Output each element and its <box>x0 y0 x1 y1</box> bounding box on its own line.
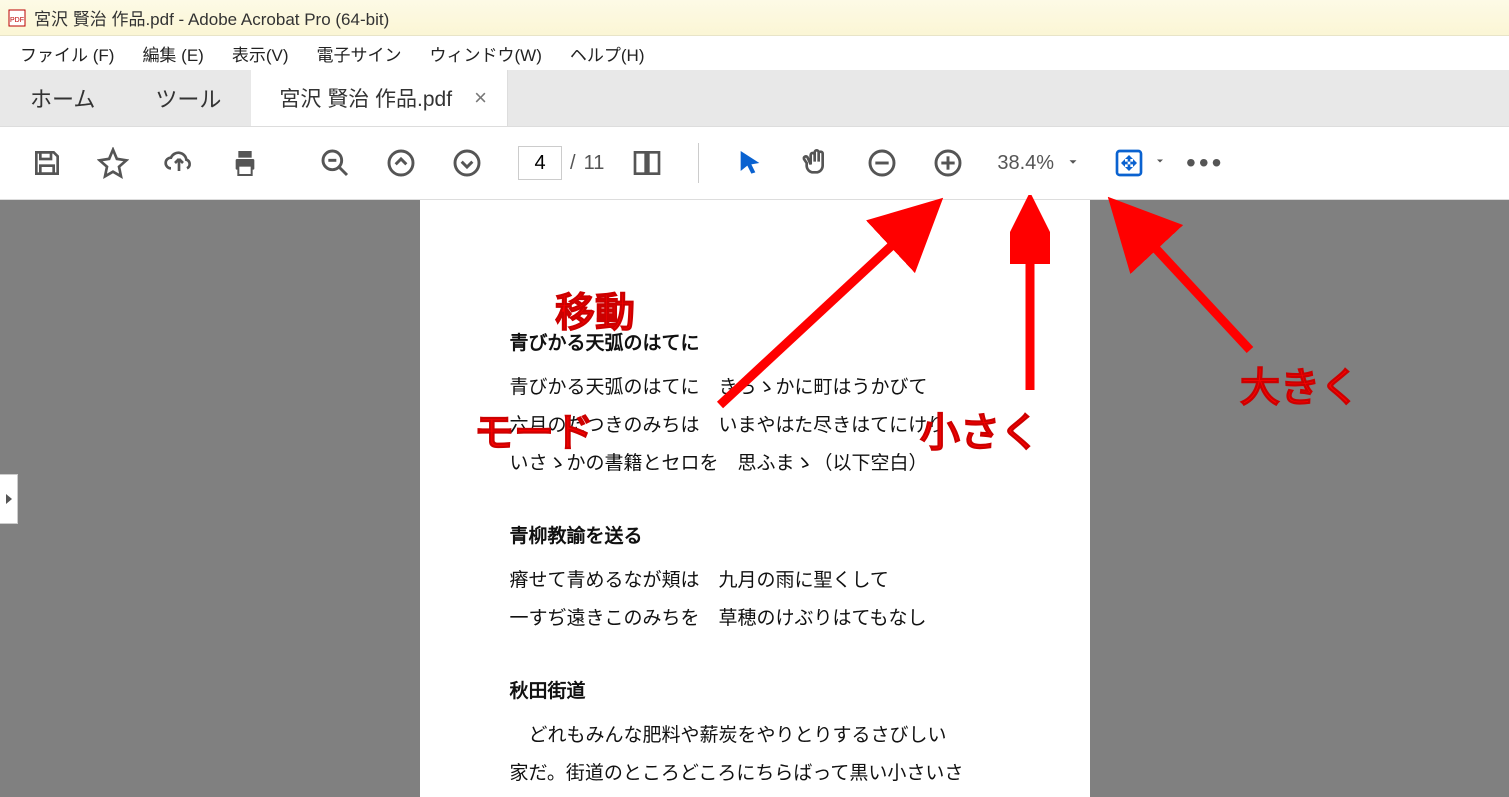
menu-window[interactable]: ウィンドウ(W) <box>416 37 556 70</box>
menu-esign[interactable]: 電子サイン <box>303 37 416 70</box>
poem1-line3: いさゝかの書籍とセロを 思ふまゝ（以下空白） <box>510 445 1020 483</box>
tab-document[interactable]: 宮沢 賢治 作品.pdf × <box>251 70 508 126</box>
page-separator: / <box>570 152 576 175</box>
tabbar: ホーム ツール 宮沢 賢治 作品.pdf × <box>0 70 1509 126</box>
window-title: 宮沢 賢治 作品.pdf - Adobe Acrobat Pro (64-bit… <box>34 5 389 30</box>
tab-close-icon[interactable]: × <box>474 85 487 111</box>
poem1-line1: 青びかる天弧のはてに きらゝかに町はうかびて <box>510 369 1020 407</box>
sidebar-expand-handle[interactable] <box>0 474 18 524</box>
zoom-value: 38.4% <box>997 152 1054 175</box>
poem1-line2: 六月のたつきのみちは いまやはた尽きはてにけり <box>510 407 1020 445</box>
toolbar-separator <box>698 143 699 183</box>
svg-text:PDF: PDF <box>10 17 24 24</box>
pdf-file-icon: PDF <box>8 9 26 27</box>
fit-dropdown-icon[interactable] <box>1154 154 1166 172</box>
page-down-icon[interactable] <box>446 142 488 184</box>
document-viewport[interactable]: 青びかる天弧のはてに 青びかる天弧のはてに きらゝかに町はうかびて 六月のたつき… <box>0 200 1509 797</box>
poem2-line2: 一すぢ遠きこのみちを 草穂のけぶりはてもなし <box>510 600 1020 638</box>
chevron-down-icon <box>1066 152 1080 175</box>
save-icon[interactable] <box>26 142 68 184</box>
fit-page-icon[interactable] <box>1108 142 1150 184</box>
page-total: 11 <box>584 152 605 175</box>
zoom-out-icon[interactable] <box>861 142 903 184</box>
page-navigator: / 11 <box>510 146 604 180</box>
menu-edit[interactable]: 編集 (E) <box>128 37 217 70</box>
page-up-icon[interactable] <box>380 142 422 184</box>
tab-tools[interactable]: ツール <box>125 70 251 126</box>
menu-file[interactable]: ファイル (F) <box>6 37 128 70</box>
page-display-icon[interactable] <box>626 142 668 184</box>
toolbar: / 11 38.4% ••• <box>0 126 1509 200</box>
menu-help[interactable]: ヘルプ(H) <box>556 37 659 70</box>
zoom-in-icon[interactable] <box>927 142 969 184</box>
poem2-line1: 瘠せて青めるなが頬は 九月の雨に聖くして <box>510 562 1020 600</box>
pdf-page: 青びかる天弧のはてに 青びかる天弧のはてに きらゝかに町はうかびて 六月のたつき… <box>420 200 1090 797</box>
menubar: ファイル (F) 編集 (E) 表示(V) 電子サイン ウィンドウ(W) ヘルプ… <box>0 36 1509 70</box>
poem3-line2: 家だ。街道のところどころにちらばって黒い小さいさ <box>510 755 1020 793</box>
page-number-input[interactable] <box>518 146 562 180</box>
search-icon[interactable] <box>314 142 356 184</box>
titlebar: PDF 宮沢 賢治 作品.pdf - Adobe Acrobat Pro (64… <box>0 0 1509 36</box>
annotation-larger: 大きく <box>1240 355 1360 413</box>
poem3-title: 秋田街道 <box>510 676 1020 703</box>
tab-home[interactable]: ホーム <box>0 70 125 126</box>
print-icon[interactable] <box>224 142 266 184</box>
annotation-arrow-3 <box>1100 195 1280 375</box>
cloud-upload-icon[interactable] <box>158 142 200 184</box>
hand-tool-icon[interactable] <box>795 142 837 184</box>
poem1-title: 青びかる天弧のはてに <box>510 328 1020 355</box>
tab-document-label: 宮沢 賢治 作品.pdf <box>279 83 452 113</box>
zoom-level-dropdown[interactable]: 38.4% <box>997 152 1080 175</box>
star-icon[interactable] <box>92 142 134 184</box>
more-tools-icon[interactable]: ••• <box>1186 147 1224 179</box>
poem2-title: 青柳教諭を送る <box>510 521 1020 548</box>
menu-view[interactable]: 表示(V) <box>218 37 303 70</box>
select-cursor-icon[interactable] <box>729 142 771 184</box>
poem3-line1: どれもみんな肥料や薪炭をやりとりするさびしい <box>510 717 1020 755</box>
